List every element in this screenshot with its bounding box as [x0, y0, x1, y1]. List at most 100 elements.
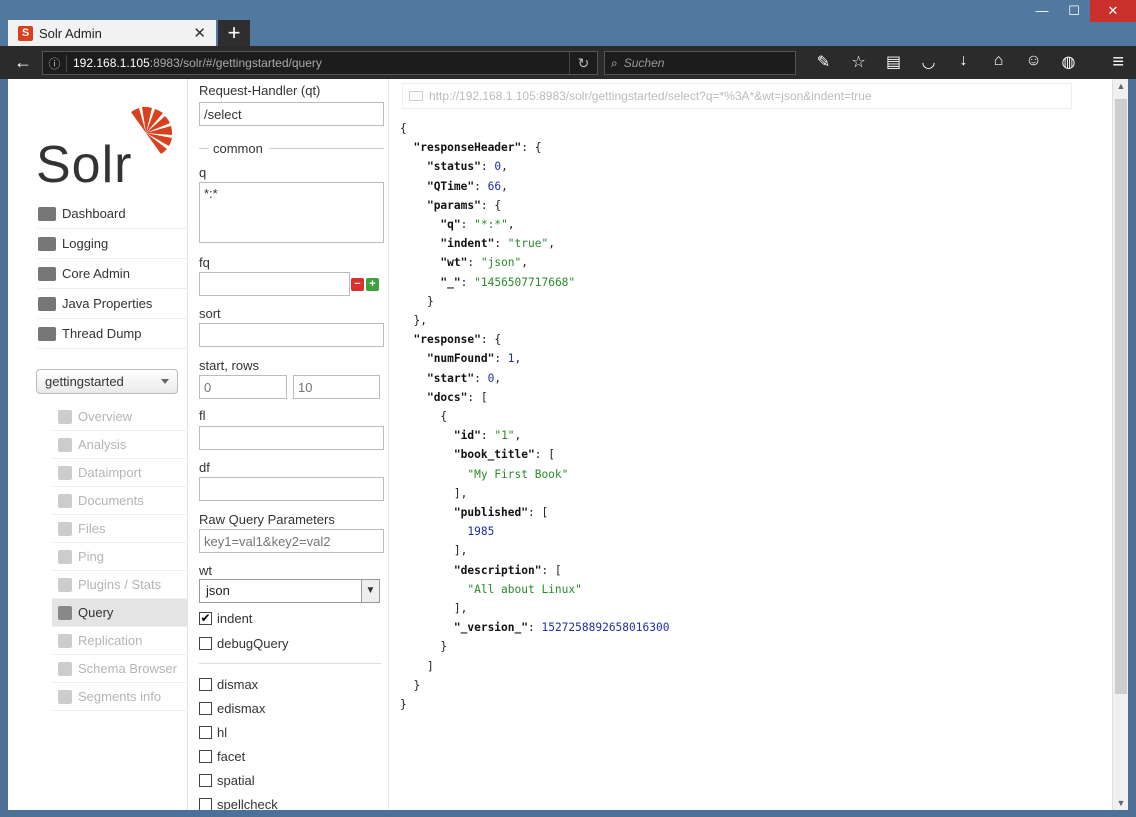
new-tab-button[interactable]: +: [218, 20, 250, 46]
request-url-link[interactable]: http://192.168.1.105:8983/solr/gettingst…: [402, 83, 1072, 109]
nav-item-java-properties[interactable]: Java Properties: [38, 289, 188, 319]
wt-select[interactable]: json ▼: [199, 579, 380, 603]
site-info-icon[interactable]: ⓘ: [43, 54, 67, 72]
option-hl-checkbox[interactable]: [199, 726, 212, 739]
core-menu-label: Overview: [78, 409, 133, 424]
scroll-down-icon[interactable]: ▼: [1113, 798, 1128, 808]
vertical-scrollbar[interactable]: ▲ ▼: [1112, 79, 1128, 810]
nav-item-logging[interactable]: Logging: [38, 229, 188, 259]
option-spellcheck-checkbox[interactable]: [199, 798, 212, 810]
option-label: spellcheck: [217, 797, 278, 810]
maximize-button[interactable]: ☐: [1058, 0, 1090, 22]
nav-item-core-admin[interactable]: Core Admin: [38, 259, 188, 289]
rows-input[interactable]: [293, 375, 380, 399]
sort-input[interactable]: [199, 323, 384, 347]
qt-label: Request-Handler (qt): [199, 83, 321, 98]
scrollbar-thumb[interactable]: [1115, 99, 1127, 694]
option-edismax-row[interactable]: edismax: [199, 701, 265, 716]
files-icon: [58, 521, 72, 536]
core-menu-label: Segments info: [78, 689, 162, 704]
option-hl-row[interactable]: hl: [199, 725, 227, 740]
debugquery-checkbox[interactable]: [199, 637, 212, 650]
core-menu-label: Files: [78, 521, 106, 536]
option-spellcheck-row[interactable]: spellcheck: [199, 797, 278, 810]
add-fq-button[interactable]: +: [366, 278, 379, 291]
core-menu-label: Replication: [78, 633, 143, 648]
emoji-icon[interactable]: ☺: [1016, 52, 1051, 72]
core-menu-item-ping[interactable]: Ping: [52, 543, 188, 571]
pocket-icon[interactable]: ◡: [911, 52, 946, 72]
wrench-icon[interactable]: ✎: [806, 52, 841, 72]
core-menu-label: Ping: [78, 549, 105, 564]
reading-list-icon[interactable]: ▤: [876, 52, 911, 72]
common-section-header: common: [199, 141, 384, 156]
core-menu-item-schema-browser[interactable]: Schema Browser: [52, 655, 188, 683]
raw-params-input[interactable]: [199, 529, 384, 553]
core-menu-item-query[interactable]: Query: [52, 599, 188, 627]
option-spatial-row[interactable]: spatial: [199, 773, 255, 788]
core-menu-item-overview[interactable]: Overview: [52, 403, 188, 431]
core-selector[interactable]: gettingstarted: [36, 369, 178, 394]
logging-icon: [38, 236, 56, 251]
core-menu-item-replication[interactable]: Replication: [52, 627, 188, 655]
start-input[interactable]: [199, 375, 287, 399]
wt-select-value: json: [206, 583, 230, 598]
nav-item-label: Thread Dump: [62, 326, 142, 341]
indent-checkbox-row[interactable]: ✔ indent: [199, 611, 252, 626]
bookmark-star-icon[interactable]: ☆: [841, 52, 876, 72]
address-bar[interactable]: ⓘ 192.168.1.105:8983/solr/#/gettingstart…: [42, 51, 598, 75]
option-facet-row[interactable]: facet: [199, 749, 245, 764]
solr-logo[interactable]: Solr: [36, 105, 176, 194]
menu-icon[interactable]: ≡: [1112, 51, 1124, 74]
scroll-up-icon[interactable]: ▲: [1113, 81, 1128, 91]
solr-favicon-icon: S: [18, 25, 33, 41]
q-textarea[interactable]: *:*: [199, 182, 384, 243]
nav-item-label: Logging: [62, 236, 109, 251]
minimize-button[interactable]: —: [1026, 0, 1058, 22]
nav-item-thread-dump[interactable]: Thread Dump: [38, 319, 188, 349]
option-label: dismax: [217, 677, 259, 692]
fq-input[interactable]: [199, 272, 350, 296]
option-spatial-checkbox[interactable]: [199, 774, 212, 787]
indent-checkbox[interactable]: ✔: [199, 612, 212, 625]
nav-item-dashboard[interactable]: Dashboard: [38, 199, 188, 229]
core-menu-label: Query: [78, 605, 114, 620]
fl-input[interactable]: [199, 426, 384, 450]
debugquery-checkbox-row[interactable]: debugQuery: [199, 636, 289, 651]
back-arrow-icon[interactable]: ←: [14, 52, 32, 73]
df-input[interactable]: [199, 477, 384, 501]
close-window-button[interactable]: ✕: [1090, 0, 1136, 22]
reload-icon[interactable]: ↻: [569, 52, 597, 74]
qt-input[interactable]: [199, 102, 384, 126]
fl-label: fl: [199, 408, 206, 423]
replication-icon: [58, 633, 72, 648]
option-dismax-row[interactable]: dismax: [199, 677, 258, 692]
core-menu-item-analysis[interactable]: Analysis: [52, 431, 188, 459]
option-label: hl: [217, 725, 228, 740]
core-menu-list: Overview Analysis Dataimport Documents Files…: [52, 403, 188, 711]
search-input[interactable]: ⌕ Suchen: [604, 51, 796, 75]
close-tab-icon[interactable]: ✕: [193, 24, 206, 42]
main-nav-list: Dashboard Logging Core Admin Java Propertie…: [38, 199, 188, 349]
remove-fq-button[interactable]: −: [351, 278, 364, 291]
browser-tab[interactable]: S Solr Admin ✕: [8, 20, 216, 46]
download-icon[interactable]: ↓: [946, 52, 981, 72]
q-label: q: [199, 165, 207, 180]
option-edismax-checkbox[interactable]: [199, 702, 212, 715]
option-facet-checkbox[interactable]: [199, 750, 212, 763]
nav-item-label: Core Admin: [62, 266, 130, 281]
core-menu-item-plugins-stats[interactable]: Plugins / Stats: [52, 571, 188, 599]
core-menu-item-dataimport[interactable]: Dataimport: [52, 459, 188, 487]
core-menu-item-documents[interactable]: Documents: [52, 487, 188, 515]
core-menu-item-segments-info[interactable]: Segments info: [52, 683, 188, 711]
home-icon[interactable]: ⌂: [981, 52, 1016, 72]
globe-icon[interactable]: ◍: [1051, 52, 1086, 72]
option-dismax-checkbox[interactable]: [199, 678, 212, 691]
core-menu-label: Analysis: [78, 437, 127, 452]
query-icon: [58, 605, 72, 620]
java-properties-icon: [38, 296, 56, 311]
core-menu-item-files[interactable]: Files: [52, 515, 188, 543]
page-viewport: Solr Dashboard Logging Core Admin Java Prop…: [8, 79, 1128, 810]
thread-dump-icon: [38, 326, 56, 341]
url-path: :8983/solr/#/gettingstarted/query: [149, 56, 322, 70]
